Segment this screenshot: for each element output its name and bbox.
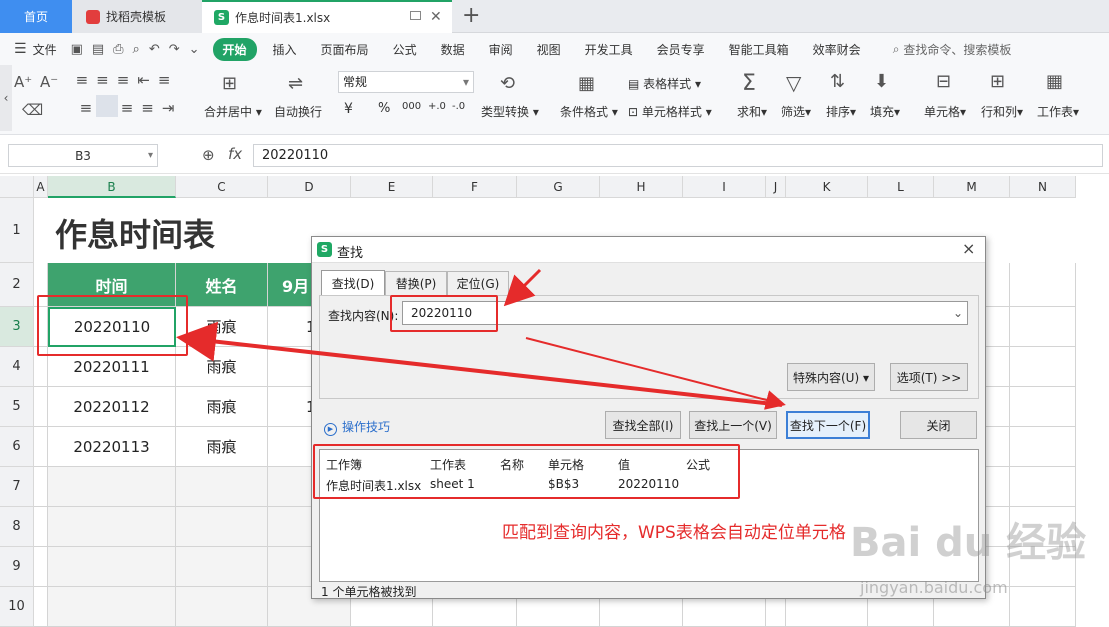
arrow-to-cell <box>176 321 783 407</box>
arrow-to-next-button <box>525 337 786 410</box>
watermark-url: jingyan.baidu.com <box>860 578 1008 597</box>
watermark-logo: Bai du 经验 <box>850 520 1087 566</box>
arrow-to-input <box>503 268 542 307</box>
